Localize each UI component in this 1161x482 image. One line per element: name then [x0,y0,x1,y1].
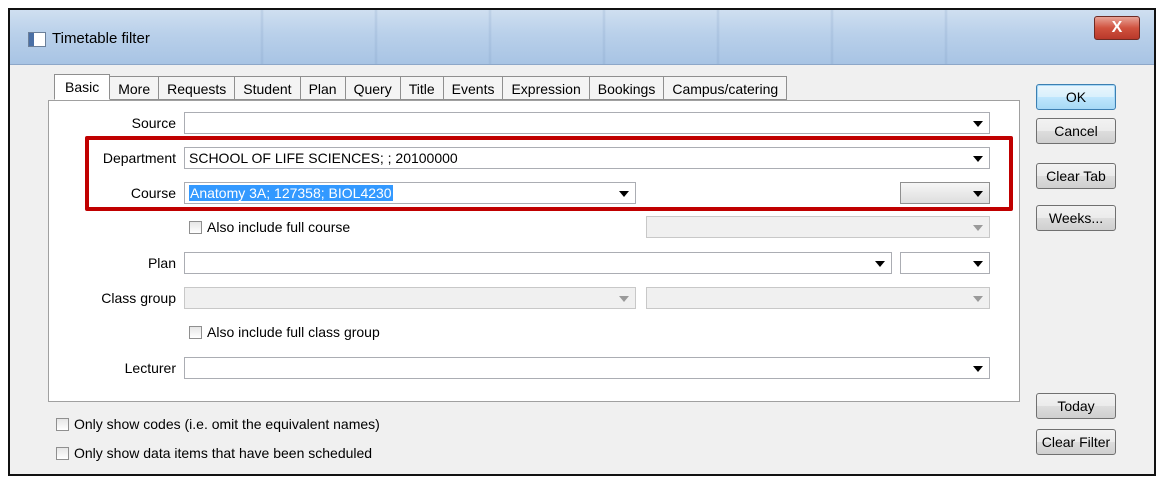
clear-filter-button[interactable]: Clear Filter [1036,429,1116,455]
include-full-class-group-checkbox[interactable] [189,326,202,339]
include-full-class-group-label: Also include full class group [207,324,380,340]
chevron-down-icon [973,225,983,231]
window-title: Timetable filter [52,30,150,47]
only-scheduled-label: Only show data items that have been sche… [74,445,373,461]
close-button[interactable]: X [1094,16,1140,40]
tab-student[interactable]: Student [235,76,301,100]
tab-requests[interactable]: Requests [159,76,236,100]
class-group-secondary-dropdown [646,287,990,309]
tab-campus-catering[interactable]: Campus/catering [664,76,788,100]
tab-more[interactable]: More [110,76,160,100]
today-button[interactable]: Today [1036,393,1116,419]
only-show-codes-checkbox[interactable] [56,418,69,431]
plan-label: Plan [147,255,176,271]
chevron-down-icon [875,261,885,267]
plan-dropdown[interactable] [184,252,892,274]
title-bar[interactable]: Timetable filter X [10,10,1154,65]
ok-button[interactable]: OK [1036,84,1116,110]
plan-secondary-dropdown[interactable] [900,252,990,274]
tab-strip: Basic More Requests Student Plan Query T… [54,74,788,100]
cancel-button[interactable]: Cancel [1036,118,1116,144]
tab-basic[interactable]: Basic [54,74,111,100]
chevron-down-icon [973,121,983,127]
chevron-down-icon [973,296,983,302]
tab-query[interactable]: Query [345,76,401,100]
tab-events[interactable]: Events [443,76,504,100]
weeks-button[interactable]: Weeks... [1036,205,1116,231]
source-dropdown[interactable] [184,112,990,134]
chevron-down-icon [973,261,983,267]
include-full-course-label: Also include full course [207,219,351,235]
tab-plan[interactable]: Plan [300,76,346,100]
tab-title[interactable]: Title [400,76,444,100]
tab-expression[interactable]: Expression [503,76,590,100]
class-group-dropdown [184,287,636,309]
chevron-down-icon [619,296,629,302]
only-scheduled-checkbox[interactable] [56,447,69,460]
course-extra-dropdown [646,216,990,238]
lecturer-dropdown[interactable] [184,357,990,379]
clear-tab-button[interactable]: Clear Tab [1036,163,1116,189]
include-full-course-checkbox[interactable] [189,221,202,234]
only-show-codes-label: Only show codes (i.e. omit the equivalen… [74,416,380,432]
class-group-label: Class group [101,290,176,306]
dialog-body: Basic More Requests Student Plan Query T… [10,65,1154,474]
highlight-box [85,136,1013,211]
tab-bookings[interactable]: Bookings [589,76,665,100]
lecturer-label: Lecturer [124,360,176,376]
window-icon [28,32,46,47]
chevron-down-icon [973,366,983,372]
source-label: Source [131,115,176,131]
timetable-filter-dialog: Timetable filter X Basic More Requests S… [8,8,1156,476]
